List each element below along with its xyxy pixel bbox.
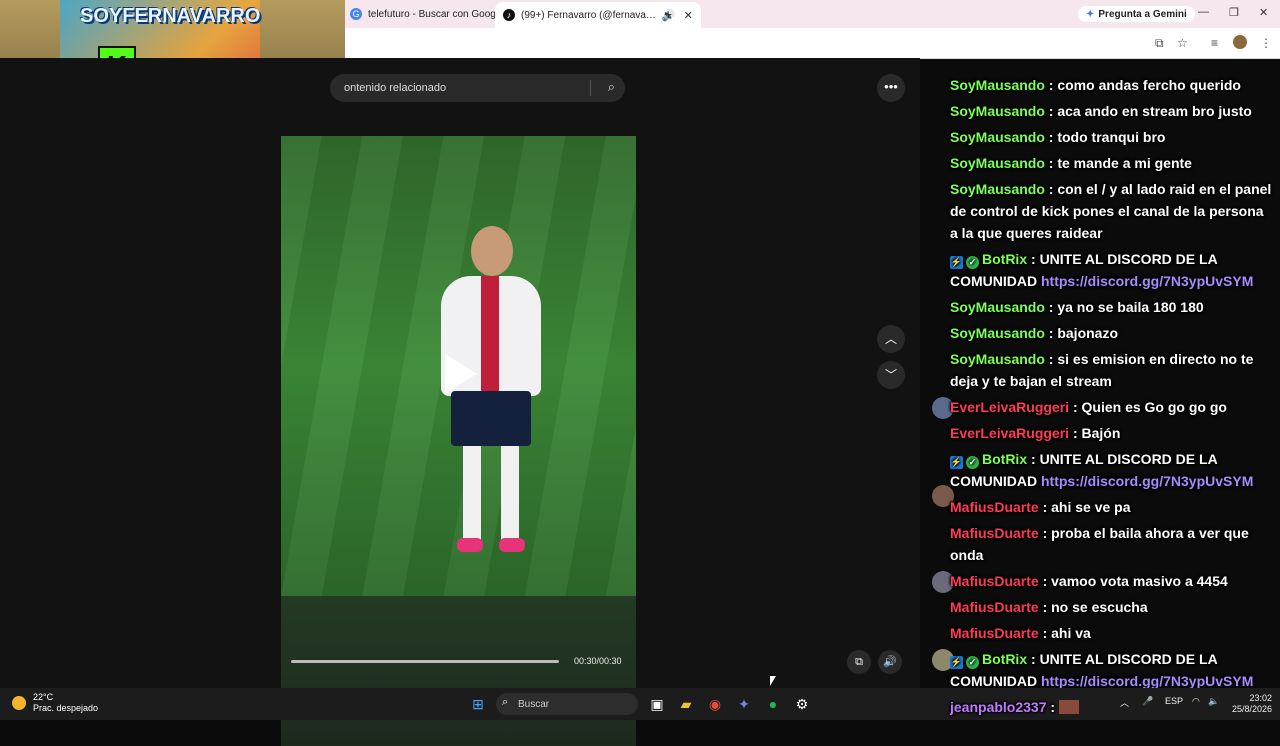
chat-message: SoyMausando : con el / y al lado raid en… (950, 181, 1272, 241)
teams-icon[interactable]: ✦ (734, 694, 754, 714)
sun-icon (12, 696, 26, 710)
weather-temp: 22°C (33, 692, 54, 702)
previous-video-button[interactable]: ︿ (877, 325, 905, 353)
browser-tab-bar: G telefuturo - Buscar con Google ✕ ♪ (99… (345, 0, 1280, 28)
bookmark-star-icon[interactable]: ☆ (1177, 36, 1188, 50)
chat-message: SoyMausando : si es emision en directo n… (950, 351, 1254, 389)
emote-icon (1058, 700, 1079, 714)
spotify-icon[interactable]: ● (763, 694, 783, 714)
chat-message: ⚡ ✓ BotRix : UNITE AL DISCORD DE LA COMUNI… (950, 251, 1254, 289)
gemini-icon: ✦ (1086, 8, 1095, 20)
discord-link[interactable]: https://discord.gg/7N3ypUvSYM (1041, 273, 1253, 289)
video-player[interactable]: 00:30/00:30 (281, 136, 636, 746)
new-tab-button[interactable]: + (664, 6, 672, 22)
verified-badge-icon: ✓ (966, 256, 979, 269)
search-icon: ⌕ (502, 696, 509, 708)
chat-message: SoyMausando : ya no se baila 180 180 (950, 299, 1204, 315)
chat-message: MafiusDuarte : ahi se ve pa (950, 499, 1131, 515)
bot-badge-icon: ⚡ (950, 656, 963, 669)
mouse-cursor-icon (770, 676, 776, 686)
bot-badge-icon: ⚡ (950, 456, 963, 469)
streamer-logo: SOYFERNAVARRO (80, 5, 261, 27)
chat-message: MafiusDuarte : no se escucha (950, 599, 1148, 615)
chat-message: MafiusDuarte : proba el baila ahora a ve… (950, 525, 1249, 563)
chat-message: SoyMausando : aca ando en stream bro jus… (950, 103, 1252, 119)
restore-button[interactable]: ❐ (1229, 6, 1239, 19)
verified-badge-icon: ✓ (966, 656, 979, 669)
chrome-icon[interactable]: ◉ (705, 694, 725, 714)
app-icon[interactable]: ⚙ (792, 694, 812, 714)
chat-message: SoyMausando : como andas fercho querido (950, 77, 1241, 93)
chat-message: EverLeivaRuggeri : Bajón (950, 425, 1121, 441)
gemini-button[interactable]: ✦ Pregunta a Gemini (1078, 6, 1195, 22)
chat-message: SoyMausando : todo tranqui bro (950, 129, 1166, 145)
chat-message: ⚡ ✓ BotRix : UNITE AL DISCORD DE LA COMUNI… (950, 451, 1254, 489)
discord-link[interactable]: https://discord.gg/7N3ypUvSYM (1041, 473, 1253, 489)
stream-chat-overlay: SoyMausando : como andas fercho querido … (920, 58, 1280, 718)
tab-label: telefuturo - Buscar con Google (368, 8, 504, 20)
profile-avatar[interactable] (1233, 35, 1247, 49)
chat-message: SoyMausando : bajonazo (950, 325, 1119, 341)
chat-message: ⚡ ✓ BotRix : UNITE AL DISCORD DE LA COMUNI… (950, 651, 1254, 689)
tiktok-page: 00:30/00:30 ontenido relacionado ⌕ ••• ︿… (0, 58, 920, 746)
chat-message: MafiusDuarte : vamoo vota masivo a 4454 (950, 573, 1228, 589)
video-progress-bar[interactable] (291, 660, 559, 663)
install-app-icon[interactable]: ⧉ (1155, 36, 1164, 51)
discord-link[interactable]: https://discord.gg/7N3ypUvSYM (1041, 673, 1253, 689)
next-video-button[interactable]: ﹀ (877, 361, 905, 389)
floating-player-icon[interactable]: ⧉ (847, 650, 871, 674)
related-search-box[interactable]: ontenido relacionado ⌕ (330, 74, 625, 102)
menu-kebab-icon[interactable]: ⋮ (1260, 36, 1272, 50)
more-options-button[interactable]: ••• (877, 74, 905, 102)
search-placeholder: ontenido relacionado (344, 82, 447, 94)
verified-badge-icon: ✓ (966, 456, 979, 469)
taskbar-search-placeholder: Buscar (518, 698, 550, 710)
windows-start-icon[interactable]: ⊞ (468, 694, 488, 714)
address-bar[interactable]: ⧉ ☆ ≡ ⋮ (345, 28, 1280, 59)
tab-label: (99+) Fernavarro (@fernava… (521, 9, 656, 21)
tab-close-icon[interactable]: ✕ (684, 9, 693, 22)
chat-message: SoyMausando : te mande a mi gente (950, 155, 1192, 171)
chat-message: MafiusDuarte : ahi va (950, 625, 1091, 641)
task-view-icon[interactable]: ▣ (647, 694, 667, 714)
minimize-button[interactable]: — (1198, 6, 1209, 18)
search-icon[interactable]: ⌕ (608, 79, 615, 95)
weather-desc: Prac. despejado (33, 703, 99, 713)
video-timecode: 00:30/00:30 (574, 656, 622, 666)
gemini-label: Pregunta a Gemini (1098, 8, 1187, 20)
weather-widget[interactable]: 22°C Prac. despejado (12, 692, 98, 714)
bot-badge-icon: ⚡ (950, 256, 963, 269)
chat-message: jeanpablo2337 : (950, 696, 1275, 718)
chat-message: EverLeivaRuggeri : Quien es Go go go go (950, 399, 1227, 415)
media-control-icon[interactable]: ≡ (1211, 36, 1218, 50)
taskbar-search[interactable]: ⌕ Buscar (496, 693, 638, 715)
play-icon[interactable] (445, 354, 477, 394)
file-explorer-icon[interactable]: ▰ (676, 694, 696, 714)
close-window-button[interactable]: ✕ (1259, 6, 1268, 19)
tiktok-icon: ♪ (503, 9, 515, 21)
volume-icon[interactable]: 🔊 (878, 650, 902, 674)
google-icon: G (350, 8, 362, 20)
